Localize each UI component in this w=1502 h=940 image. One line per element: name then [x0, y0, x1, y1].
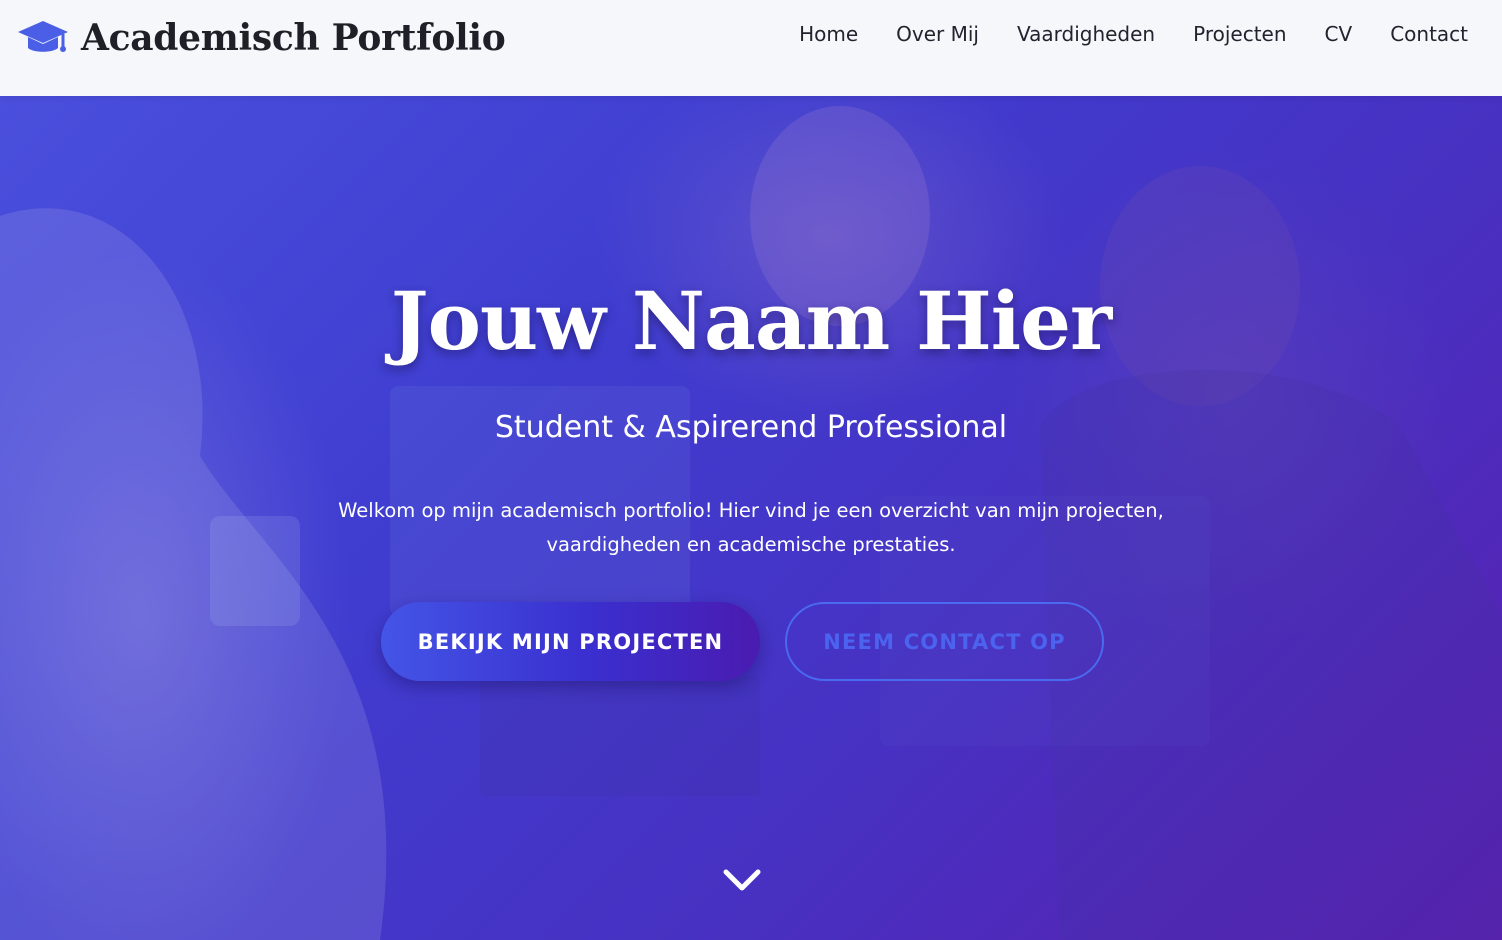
hero-intro-text: Welkom op mijn academisch portfolio! Hie… — [301, 494, 1201, 562]
brand-title: Academisch Portfolio — [81, 17, 506, 59]
nav-link-projecten[interactable]: Projecten — [1193, 22, 1286, 46]
nav-link-home[interactable]: Home — [799, 22, 858, 46]
nav-link-contact[interactable]: Contact — [1390, 22, 1468, 46]
chevron-down-icon[interactable] — [722, 866, 762, 896]
nav-link-over-mij[interactable]: Over Mij — [896, 22, 979, 46]
contact-me-button[interactable]: NEEM CONTACT OP — [785, 602, 1104, 681]
hero-subtitle: Student & Aspirerend Professional — [494, 410, 1008, 445]
hero-intro-line-1: Welkom op mijn academisch portfolio! Hie… — [338, 499, 1164, 522]
site-header: Academisch Portfolio Home Over Mij Vaard… — [0, 0, 1502, 96]
nav-link-cv[interactable]: CV — [1325, 22, 1353, 46]
nav-link-vaardigheden[interactable]: Vaardigheden — [1017, 22, 1155, 46]
hero-title: Jouw Naam Hier — [390, 274, 1112, 368]
hero-intro-line-2: vaardigheden en academische prestaties. — [546, 533, 956, 556]
main-nav: Home Over Mij Vaardigheden Projecten CV … — [799, 22, 1468, 46]
view-projects-button[interactable]: BEKIJK MIJN PROJECTEN — [381, 602, 760, 681]
hero-section: Jouw Naam Hier Student & Aspirerend Prof… — [0, 96, 1502, 940]
graduation-cap-icon — [17, 18, 69, 58]
brand-logo-link[interactable]: Academisch Portfolio — [17, 14, 506, 62]
hero-content: Jouw Naam Hier Student & Aspirerend Prof… — [0, 96, 1502, 940]
